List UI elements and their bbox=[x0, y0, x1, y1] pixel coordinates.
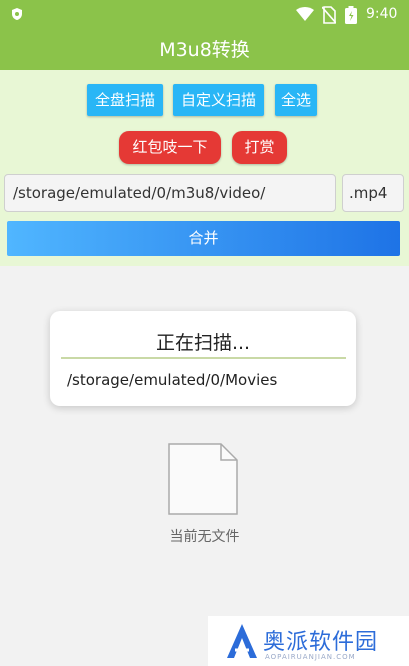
merge-button[interactable]: 合并 bbox=[7, 221, 400, 256]
app-bar: M3u8转换 bbox=[0, 30, 409, 70]
status-time: 9:40 bbox=[366, 6, 398, 22]
scanning-dialog: 正在扫描... /storage/emulated/0/Movies bbox=[50, 311, 356, 406]
no-sim-icon bbox=[322, 6, 336, 24]
watermark-logo-icon bbox=[227, 624, 257, 658]
watermark: 奥派软件园 AOPAIRUANJIAN.COM bbox=[208, 616, 409, 666]
dialog-title: 正在扫描... bbox=[155, 332, 251, 354]
empty-file-icon bbox=[168, 443, 238, 515]
tip-button[interactable]: 打赏 bbox=[232, 131, 287, 164]
status-bar: 9:40 bbox=[0, 0, 409, 30]
shield-icon bbox=[12, 8, 22, 20]
output-path-input[interactable]: /storage/emulated/0/m3u8/video/ bbox=[4, 174, 336, 212]
dialog-divider bbox=[61, 357, 346, 359]
watermark-text: 奥派软件园 bbox=[263, 630, 379, 655]
watermark-subtext: AOPAIRUANJIAN.COM bbox=[265, 653, 356, 661]
empty-state-label: 当前无文件 bbox=[169, 529, 240, 545]
app-title: M3u8转换 bbox=[159, 39, 250, 61]
red-packet-button[interactable]: 红包吱一下 bbox=[119, 131, 221, 164]
select-all-button[interactable]: 全选 bbox=[275, 84, 317, 116]
wifi-icon bbox=[296, 7, 314, 21]
extension-input[interactable]: .mp4 bbox=[342, 174, 404, 212]
battery-icon bbox=[345, 6, 357, 24]
custom-scan-button[interactable]: 自定义扫描 bbox=[173, 84, 264, 116]
scan-all-button[interactable]: 全盘扫描 bbox=[87, 84, 163, 116]
dialog-scan-path: /storage/emulated/0/Movies bbox=[67, 371, 278, 389]
